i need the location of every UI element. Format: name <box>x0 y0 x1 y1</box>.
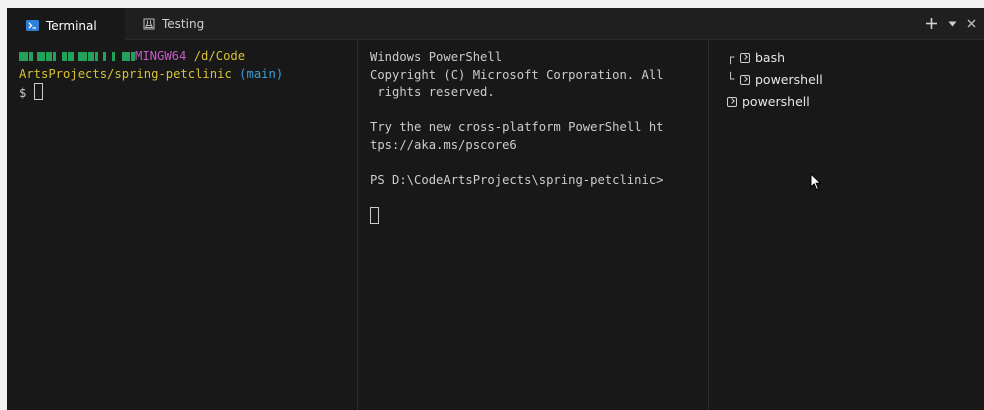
prompt-symbol: $ <box>19 86 27 100</box>
terminal-icon <box>26 20 39 31</box>
tab-terminal[interactable]: Terminal <box>7 8 125 41</box>
panel-actions <box>925 8 976 39</box>
terminal-list-label: powershell <box>742 94 810 109</box>
bash-cursor <box>33 83 43 100</box>
powershell-icon <box>727 96 737 107</box>
prompt-path: /d/Code <box>193 49 246 63</box>
terminal-panel: Terminal Testing MINGW64 /d/Code ArtsPro… <box>7 8 984 410</box>
powershell-output: Windows PowerShell Copyright (C) Microsof… <box>370 49 664 226</box>
close-panel-button[interactable] <box>967 19 976 28</box>
powershell-terminal-pane[interactable]: Windows PowerShell Copyright (C) Microsof… <box>357 40 707 410</box>
terminal-list-label: powershell <box>755 72 823 87</box>
terminal-list-item-powershell-2[interactable]: powershell <box>727 93 810 111</box>
prompt-env: MINGW64 <box>135 49 187 63</box>
tab-label: Testing <box>162 16 205 31</box>
output-line: Copyright (C) Microsoft Corporation. All <box>370 67 664 82</box>
tab-label: Terminal <box>46 18 97 33</box>
terminal-list: ┌ bash └ powershell powershell <box>708 40 984 410</box>
tree-connector: └ <box>727 72 735 86</box>
output-line: tps://aka.ms/pscore6 <box>370 137 517 152</box>
prompt-line: PS D:\CodeArtsProjects\spring-petclinic> <box>370 172 664 187</box>
output-line: Windows PowerShell <box>370 50 503 64</box>
bash-terminal-pane[interactable]: MINGW64 /d/Code ArtsProjects/spring-petc… <box>7 40 355 410</box>
tree-connector: ┌ <box>727 50 735 64</box>
output-line: Try the new cross-platform PowerShell ht <box>370 120 664 134</box>
tab-testing[interactable]: Testing <box>135 8 204 39</box>
close-icon <box>967 19 976 28</box>
powershell-icon <box>740 74 750 85</box>
bash-terminal-icon <box>740 52 750 63</box>
chevron-down-icon <box>948 21 957 26</box>
terminal-list-item-powershell[interactable]: └ powershell <box>727 71 823 89</box>
redacted-user-host <box>19 52 135 61</box>
plus-icon <box>926 18 937 29</box>
prompt-path-continued: ArtsProjects/spring-petclinic <box>19 66 232 81</box>
terminal-list-item-bash[interactable]: ┌ bash <box>727 49 785 67</box>
panel-tab-bar: Terminal Testing <box>7 8 984 41</box>
mouse-pointer-icon <box>810 172 822 195</box>
terminal-dropdown-button[interactable] <box>948 21 957 27</box>
flask-icon <box>143 18 155 30</box>
bash-output: MINGW64 /d/Code ArtsProjects/spring-petc… <box>19 48 283 103</box>
git-branch: (main) <box>239 66 284 81</box>
terminal-list-label: bash <box>755 50 786 65</box>
powershell-cursor <box>370 206 379 224</box>
new-terminal-button[interactable] <box>925 17 938 30</box>
output-line: rights reserved. <box>370 85 495 99</box>
